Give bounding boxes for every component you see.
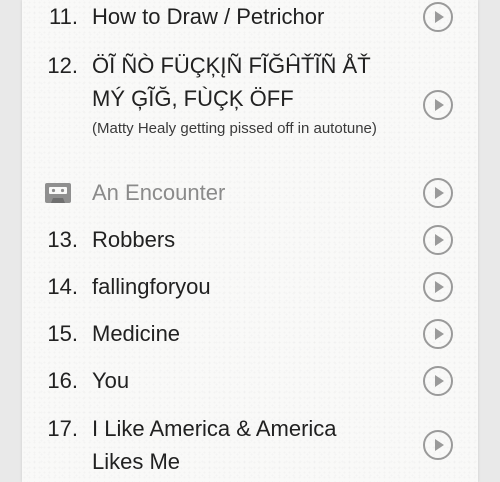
play-icon	[435, 187, 444, 199]
track-row-16[interactable]: 16. You	[22, 364, 478, 398]
play-button[interactable]	[423, 225, 453, 255]
track-row-13[interactable]: 13. Robbers	[22, 223, 478, 257]
track-row-15[interactable]: 15. Medicine	[22, 317, 478, 351]
track-row-14[interactable]: 14. fallingforyou	[22, 270, 478, 304]
play-button[interactable]	[423, 2, 453, 32]
track-number: 17.	[47, 416, 78, 441]
track-title[interactable]: I Like America & America Likes Me	[92, 412, 392, 478]
play-icon	[435, 328, 444, 340]
play-icon	[435, 439, 444, 451]
track-row-12[interactable]: 12. ÖĨ ÑÒ FÜÇĶĮÑ FĨĞĤŤĨÑ ÅŤ MÝ ĢĨĞ, FÙÇĶ…	[22, 48, 478, 164]
track-title[interactable]: You	[92, 364, 392, 397]
track-note: (Matty Healy getting pissed off in autot…	[92, 120, 377, 137]
play-button[interactable]	[423, 319, 453, 349]
play-button[interactable]	[423, 90, 453, 120]
track-title[interactable]: Medicine	[92, 317, 392, 350]
track-number: 12.	[47, 53, 78, 78]
track-title[interactable]: How to Draw / Petrichor	[92, 0, 392, 33]
play-button[interactable]	[423, 430, 453, 460]
track-title[interactable]: Robbers	[92, 223, 392, 256]
track-number: 14.	[47, 274, 78, 299]
track-number: 16.	[47, 368, 78, 393]
play-button[interactable]	[423, 178, 453, 208]
cassette-tape-icon	[45, 183, 71, 203]
play-button[interactable]	[423, 272, 453, 302]
track-title[interactable]: ÖĨ ÑÒ FÜÇĶĮÑ FĨĞĤŤĨÑ ÅŤ MÝ ĢĨĞ, FÙÇĶ ÖFF	[92, 49, 402, 115]
play-icon	[435, 11, 444, 23]
track-number: 15.	[47, 321, 78, 346]
play-icon	[435, 375, 444, 387]
tracklist-card: 11. How to Draw / Petrichor 12. ÖĨ ÑÒ FÜ…	[22, 0, 478, 482]
interlude-row[interactable]: An Encounter	[22, 176, 478, 210]
play-icon	[435, 99, 444, 111]
track-row-17[interactable]: 17. I Like America & America Likes Me	[22, 411, 478, 482]
track-title[interactable]: fallingforyou	[92, 270, 392, 303]
interlude-title[interactable]: An Encounter	[92, 176, 392, 209]
track-row-11[interactable]: 11. How to Draw / Petrichor	[22, 0, 478, 34]
track-number: 13.	[47, 227, 78, 252]
play-button[interactable]	[423, 366, 453, 396]
play-icon	[435, 234, 444, 246]
track-number: 11.	[49, 4, 78, 29]
play-icon	[435, 281, 444, 293]
